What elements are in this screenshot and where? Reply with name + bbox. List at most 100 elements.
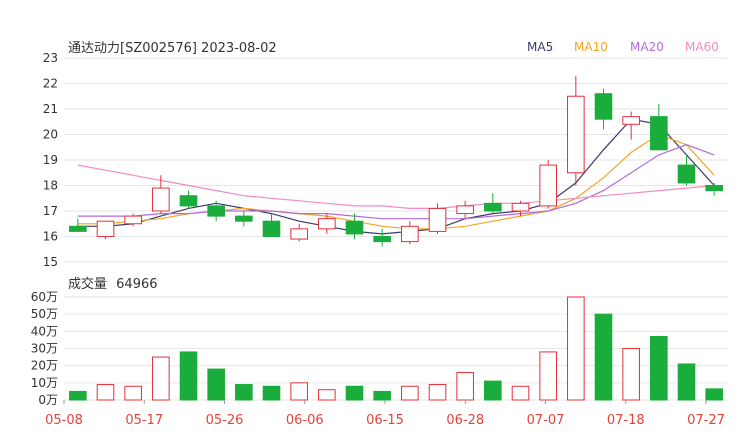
candlestick: [705, 182, 723, 196]
candlestick: [650, 103, 668, 151]
price-tick-label: 17: [43, 204, 58, 218]
volume-bar: [373, 390, 391, 401]
legend-ma60: MA60: [685, 40, 719, 54]
candle-body: [401, 225, 419, 243]
price-tick-label: 19: [43, 153, 58, 167]
legend-ma5: MA5: [527, 40, 553, 54]
candle-body: [235, 215, 253, 222]
price-tick-label: 22: [43, 77, 58, 91]
candlesticks: [69, 75, 723, 247]
volume-bar: [705, 388, 723, 401]
candle-body: [373, 236, 391, 243]
candle-body: [650, 116, 668, 151]
stock-chart: 通达动力[SZ002576] 2023-08-02 MA5 MA10 MA20 …: [31, 40, 728, 428]
volume-tick-label: 60万: [31, 290, 58, 304]
candlestick: [456, 200, 474, 219]
volume-bar: [677, 363, 696, 401]
volume-bar: [401, 385, 419, 401]
candlestick: [235, 211, 253, 227]
volume-bar: [594, 313, 613, 401]
candle-body: [69, 225, 87, 232]
candle-body: [622, 116, 640, 125]
volume-bar: [290, 382, 308, 401]
volume-bar: [262, 385, 281, 401]
volume-bar: [96, 384, 115, 401]
volume-label: 成交量: [68, 276, 107, 292]
price-tick-label: 15: [43, 255, 58, 269]
volume-tick-label: 20万: [31, 359, 58, 373]
moving-average-lines: [77, 118, 715, 235]
volume-bar: [69, 390, 87, 401]
candlestick: [69, 218, 87, 232]
candlestick: [401, 221, 419, 245]
volume-bar: [345, 385, 364, 401]
volume-bar: [318, 389, 336, 401]
candle-body: [484, 202, 502, 212]
candle-body: [705, 185, 723, 192]
date-tick-label: 07-27: [687, 413, 725, 428]
candle-body: [677, 164, 696, 184]
candle-body: [96, 220, 115, 237]
volume-bar: [622, 348, 640, 401]
volume-bar: [484, 380, 502, 401]
price-tick-label: 21: [43, 102, 58, 116]
legend-ma10: MA10: [574, 40, 608, 54]
ma-line-ma10: [77, 133, 715, 230]
candle-body: [511, 202, 530, 212]
price-y-axis: 15 16 17 18 19 20 21 22 23: [43, 51, 58, 269]
candlestick: [594, 88, 613, 130]
candle-body: [290, 228, 308, 240]
legend: MA5 MA10 MA20 MA60: [527, 40, 719, 54]
candlestick: [567, 75, 585, 186]
candle-body: [456, 205, 474, 215]
price-tick-label: 23: [43, 51, 58, 65]
date-tick-label: 05-08: [45, 413, 83, 428]
volume-bar: [235, 384, 253, 401]
candle-body: [124, 215, 142, 225]
date-tick-label: 06-15: [366, 413, 404, 428]
legend-ma20: MA20: [630, 40, 664, 54]
candlestick: [290, 223, 308, 242]
volume-title: 成交量 64966: [68, 276, 158, 292]
candle-body: [539, 164, 557, 207]
ma-line-ma60: [77, 164, 715, 209]
candlestick: [262, 213, 281, 237]
volume-tick-label: 30万: [31, 342, 58, 356]
candlestick: [345, 213, 364, 240]
candle-body: [207, 205, 225, 217]
volume-y-axis: 0万 10万 20万 30万 40万 50万 60万: [31, 290, 58, 407]
volume-tick-label: 10万: [31, 376, 58, 390]
candlestick: [373, 228, 391, 247]
date-tick-label: 05-26: [206, 413, 244, 428]
candle-body: [152, 187, 170, 212]
candlestick: [96, 220, 115, 240]
volume-bar: [152, 356, 170, 401]
candle-body: [428, 207, 447, 232]
volume-bar: [428, 384, 447, 401]
volume-tick-label: 40万: [31, 324, 58, 338]
chart-title: 通达动力[SZ002576] 2023-08-02: [68, 41, 277, 56]
price-grid: [64, 57, 728, 263]
volume-bar: [207, 368, 225, 401]
volume-bar: [650, 335, 668, 401]
volume-tick-label: 0万: [38, 393, 58, 407]
candlestick: [539, 160, 557, 209]
volume-bar: [567, 296, 585, 401]
candle-body: [179, 195, 198, 207]
candlestick: [179, 190, 198, 209]
date-tick-label: 05-17: [125, 413, 163, 428]
volume-bar: [179, 351, 198, 401]
price-tick-label: 20: [43, 128, 58, 142]
candle-body: [262, 220, 281, 237]
volume-bar: [511, 385, 530, 401]
volume-bar: [539, 351, 557, 401]
date-tick-label: 07-07: [527, 413, 565, 428]
volume-tick-label: 50万: [31, 307, 58, 321]
price-tick-label: 16: [43, 230, 58, 244]
candle-body: [567, 95, 585, 174]
volume-value: 64966: [116, 277, 157, 292]
volume-bar: [124, 385, 142, 401]
date-axis: 05-08 05-17 05-26 06-06 06-15 06-28 07-07 07-18…: [45, 400, 725, 428]
candlestick: [484, 193, 502, 214]
date-tick-label: 06-06: [286, 413, 324, 428]
